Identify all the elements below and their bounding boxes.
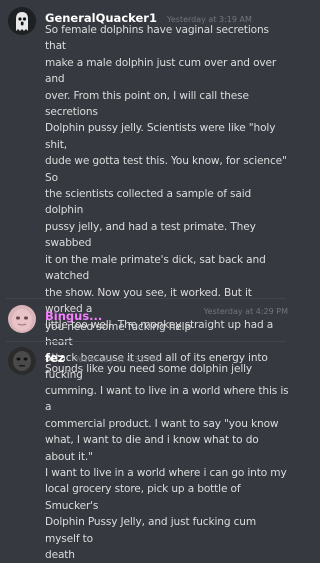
user-avatar-ghost-icon[interactable] xyxy=(8,7,36,35)
message-generalquacker1: GeneralQuacker1 Yesterday at 3:19 AM So … xyxy=(0,0,292,561)
user-avatar-pink-face-icon[interactable] xyxy=(8,305,36,333)
message-divider xyxy=(6,341,286,342)
message-content: you need some fucking help xyxy=(45,321,192,333)
message-divider xyxy=(6,298,286,299)
message-fez: fez Yesterday at 4:32 PM Sounds like you… xyxy=(0,343,292,384)
message-bingus: Bingus... Yesterday at 4:29 PM you need … xyxy=(0,300,292,342)
message-content: Sounds like you need some dolphin jelly xyxy=(45,363,253,375)
timestamp: Yesterday at 4:29 PM xyxy=(203,307,288,316)
message-content: So female dolphins have vaginal secretio… xyxy=(45,24,289,561)
user-avatar-dark-face-icon[interactable] xyxy=(8,347,36,375)
